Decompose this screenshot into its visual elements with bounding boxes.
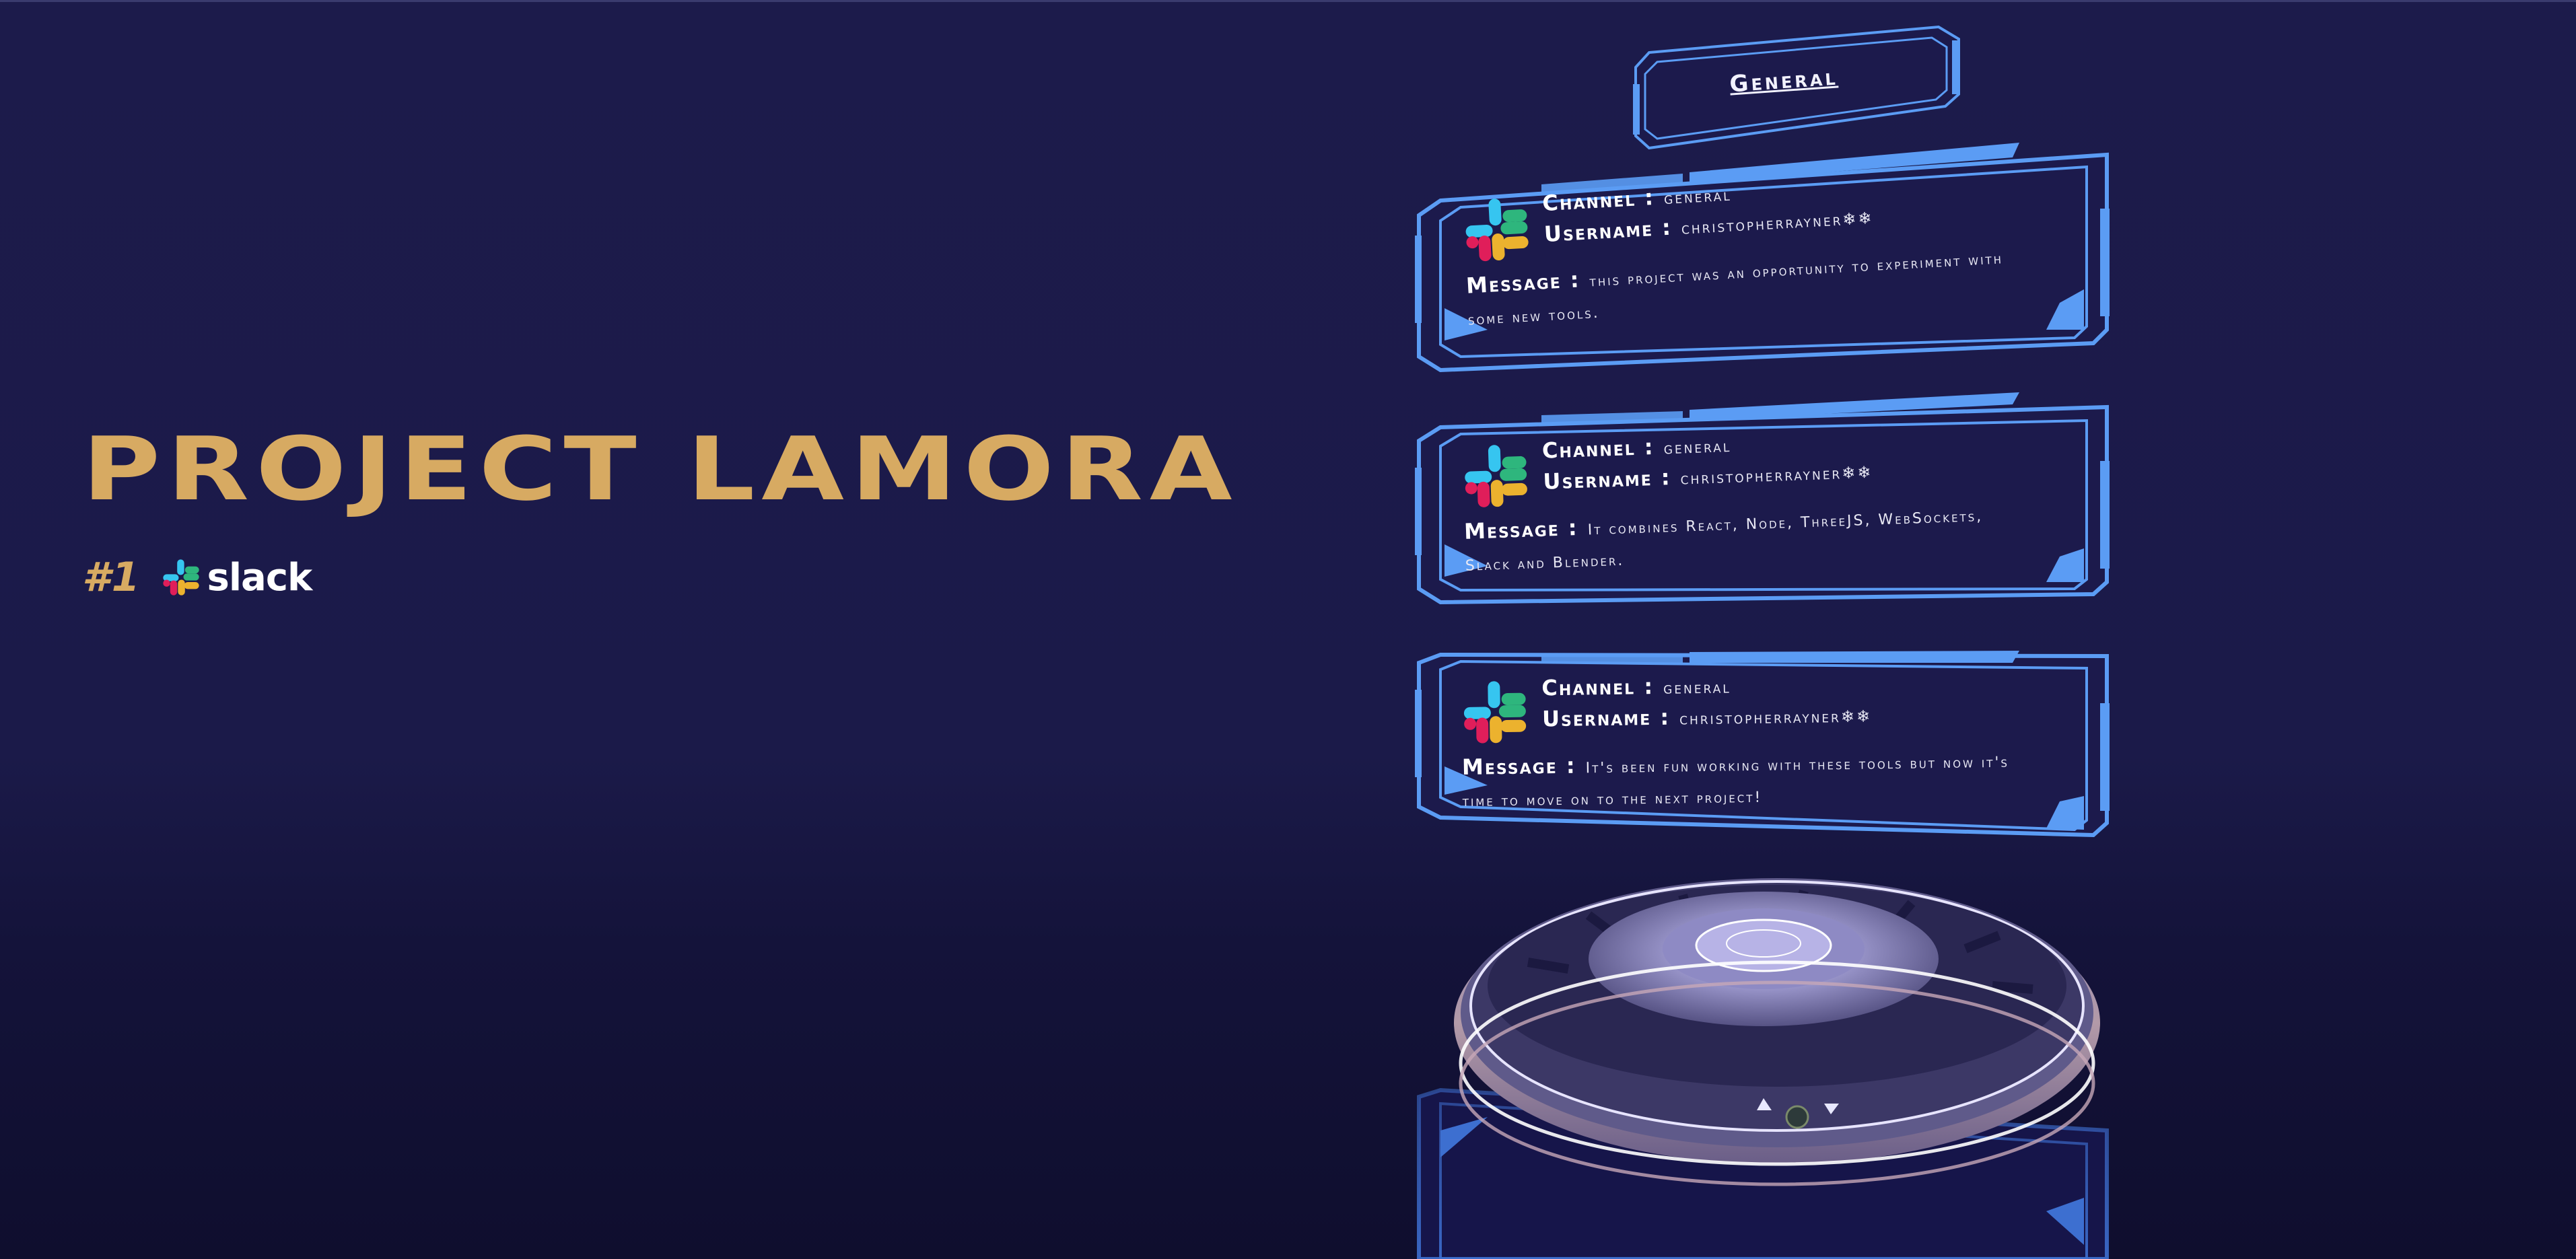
- username-value: christopherrayner❄❄: [1680, 462, 1873, 489]
- username-label: Username :: [1541, 704, 1671, 732]
- channel-value: general: [1663, 185, 1733, 209]
- message-field: Message : It's been fun working with thes…: [1462, 744, 2028, 818]
- channel-field: Channel : general: [1541, 672, 1731, 700]
- slack-wordmark: slack: [207, 555, 313, 600]
- channel-field: Channel : general: [1541, 431, 1731, 464]
- channel-label: Channel :: [1541, 673, 1655, 701]
- message-content: Channel : general Username : christopherra…: [1461, 155, 2075, 363]
- message-label: Message :: [1461, 752, 1576, 780]
- slack-logo-icon: [1463, 681, 1527, 744]
- username-label: Username :: [1542, 464, 1672, 495]
- control-knob-icon: [1785, 1105, 1809, 1129]
- channel-value: general: [1663, 436, 1732, 458]
- message-card: Channel : general Username : christopherra…: [1400, 616, 2127, 858]
- rank-number: #1: [82, 554, 141, 601]
- message-label: Message :: [1465, 266, 1581, 299]
- channel-field: Channel : general: [1541, 180, 1733, 217]
- page-title: PROJECT LAMORA: [82, 418, 1239, 520]
- username-value: christopherrayner❄❄: [1681, 208, 1875, 238]
- channel-value: general: [1663, 678, 1731, 698]
- hologram-pedestal[interactable]: [1427, 868, 2140, 1218]
- message-content: Channel : general Username : christopherra…: [1461, 413, 2073, 609]
- username-label: Username :: [1543, 214, 1673, 248]
- message-field: Message : It combines React, Node, ThreeJ…: [1463, 497, 2031, 583]
- slack-logo-icon: [1465, 199, 1529, 262]
- message-content: Channel : general Username : christopherra…: [1461, 661, 2069, 844]
- top-border: [0, 0, 2576, 2]
- message-card: Channel : general Username : christopherra…: [1400, 380, 2127, 622]
- message-card: Channel : general Username : christopherra…: [1400, 135, 2127, 377]
- slack-logo-icon: [1465, 445, 1527, 507]
- message-field: Message : this project was an opportunity…: [1465, 239, 2033, 337]
- username-field: Username : christopherrayner❄❄: [1543, 458, 1873, 495]
- username-value: christopherrayner❄❄: [1679, 707, 1873, 729]
- channel-label: Channel :: [1541, 433, 1655, 464]
- slack-logo-icon: [162, 559, 199, 596]
- message-label: Message :: [1463, 515, 1579, 544]
- channel-label: Channel :: [1541, 184, 1655, 217]
- username-field: Username : christopherrayner❄❄: [1541, 701, 1873, 732]
- rank-badge: #1 slack: [82, 550, 312, 604]
